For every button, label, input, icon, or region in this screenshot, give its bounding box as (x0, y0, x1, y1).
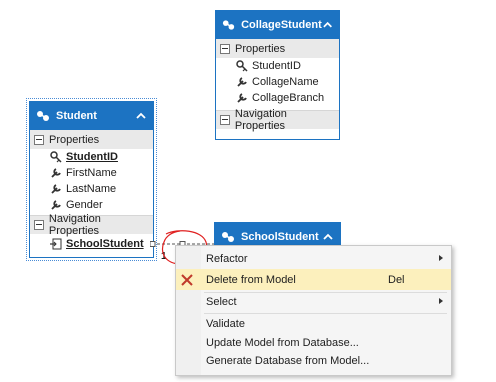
chevron-up-icon[interactable] (322, 231, 334, 243)
entity-collage-student[interactable]: CollageStudent Properties StudentID Coll… (215, 10, 340, 140)
property-row[interactable]: StudentID (30, 149, 153, 165)
wrench-icon (51, 200, 61, 210)
property-row[interactable]: FirstName (30, 165, 153, 181)
section-label: Properties (235, 42, 286, 55)
key-icon (50, 151, 62, 163)
entity-header[interactable]: Student (30, 102, 153, 130)
entity-icon (222, 232, 234, 242)
section-label: Properties (49, 133, 100, 146)
menu-item-label: Delete from Model (206, 273, 296, 286)
property-label: LastName (66, 183, 117, 195)
collapse-icon[interactable] (34, 134, 44, 145)
property-label: CollageName (252, 76, 319, 88)
navigation-property-icon (50, 238, 62, 249)
menu-item-refactor[interactable]: Refactor (176, 248, 451, 269)
chevron-up-icon[interactable] (322, 19, 333, 31)
wrench-icon (51, 168, 61, 178)
section-label: Navigation Properties (234, 108, 287, 132)
submenu-arrow-icon (439, 255, 443, 261)
entity-title: SchoolStudent (241, 231, 319, 243)
wrench-icon (51, 184, 61, 194)
property-label: StudentID (66, 151, 118, 163)
collapse-icon[interactable] (220, 43, 230, 54)
submenu-arrow-icon (439, 298, 443, 304)
wrench-icon (237, 93, 247, 103)
properties-section-header[interactable]: Properties (216, 39, 339, 58)
menu-item-validate[interactable]: Validate (176, 313, 451, 334)
entity-icon (222, 20, 235, 30)
menu-item-delete-from-model[interactable]: Delete from Model Del (176, 269, 451, 290)
property-row[interactable]: StudentID (216, 58, 339, 74)
property-row[interactable]: Gender (30, 197, 153, 213)
menu-item-label: Validate (206, 317, 245, 330)
property-label: FirstName (66, 167, 117, 179)
navigation-section-header[interactable]: Navigation Properties (216, 108, 339, 132)
property-row[interactable]: LastName (30, 181, 153, 197)
chevron-up-icon[interactable] (135, 110, 147, 122)
entity-student[interactable]: Student Properties StudentID FirstName L… (26, 98, 157, 261)
menu-item-label: Update Model from Database... (206, 336, 359, 349)
key-icon (236, 60, 248, 72)
property-label: Gender (66, 199, 103, 211)
menu-item-label: Refactor (206, 252, 248, 265)
entity-title: Student (56, 110, 97, 122)
collapse-icon[interactable] (34, 220, 44, 230)
entity-header[interactable]: CollageStudent (216, 11, 339, 39)
property-label: CollageBranch (252, 92, 325, 104)
entity-icon (37, 111, 49, 121)
navigation-section-header[interactable]: Navigation Properties (30, 213, 153, 237)
navigation-property-label: SchoolStudent (66, 237, 144, 250)
menu-item-shortcut: Del (388, 273, 405, 286)
delete-x-icon (181, 274, 193, 286)
context-menu[interactable]: Refactor Delete from Model Del Select Va… (175, 245, 452, 376)
menu-item-generate-database[interactable]: Generate Database from Model... (176, 350, 451, 371)
section-label: Navigation Properties (48, 213, 101, 237)
property-row[interactable]: CollageBranch (216, 90, 339, 106)
properties-section-header[interactable]: Properties (30, 130, 153, 149)
menu-item-label: Select (206, 295, 237, 308)
menu-item-label: Generate Database from Model... (206, 354, 370, 367)
property-row[interactable]: CollageName (216, 74, 339, 90)
wrench-icon (237, 77, 247, 87)
property-label: StudentID (252, 60, 301, 72)
entity-title: CollageStudent (241, 19, 322, 31)
menu-item-select[interactable]: Select (176, 291, 451, 312)
collapse-icon[interactable] (220, 115, 230, 125)
